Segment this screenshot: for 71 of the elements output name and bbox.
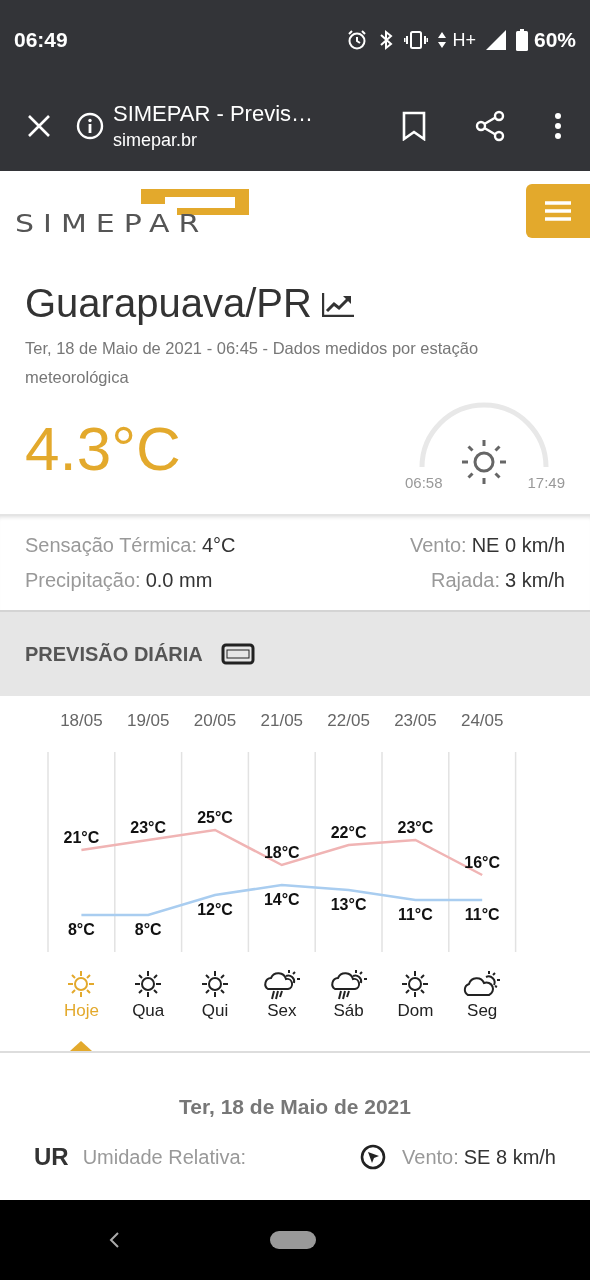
- forecast-date: 20/05: [193, 712, 237, 730]
- min-temperature-label: 8°C: [134, 921, 162, 938]
- forecast-date: 24/05: [460, 712, 504, 730]
- data-arrows-icon: [438, 31, 447, 49]
- detail-label: Rajada:: [431, 569, 500, 591]
- min-temperature-label: 12°C: [197, 901, 233, 918]
- max-temperature-label: 22°C: [330, 824, 367, 841]
- min-temperature-label: 8°C: [67, 921, 95, 938]
- day-tab[interactable]: Qui: [181, 967, 249, 1051]
- day-tab[interactable]: Dom: [382, 967, 449, 1051]
- day-tab[interactable]: Qua: [114, 967, 182, 1051]
- network-type: H+: [452, 29, 476, 51]
- station-subtitle: Ter, 18 de Maio de 2021 - 06:45 - Dados medidos por estação meteorológica: [25, 338, 480, 388]
- day-tab[interactable]: Sáb: [315, 967, 382, 1051]
- current-temperature: 4.3°C: [25, 413, 181, 484]
- detail-value: 4°C: [201, 534, 236, 556]
- max-temperature-label: 23°C: [130, 819, 167, 836]
- max-temperature-label: 16°C: [464, 854, 501, 871]
- battery-icon: [515, 29, 528, 51]
- min-temperature-label: 13°C: [330, 896, 367, 913]
- detail-label: Vento:: [409, 534, 467, 556]
- home-pill-icon[interactable]: [270, 1231, 316, 1249]
- selected-day-date: Ter, 18 de Maio de 2021: [179, 1095, 411, 1119]
- forecast-date: 22/05: [327, 712, 370, 730]
- max-temperature-label: 18°C: [263, 844, 300, 861]
- bookmark-icon[interactable]: [402, 110, 426, 141]
- detail-value: 3 km/h: [504, 569, 565, 591]
- info-icon[interactable]: [76, 111, 104, 140]
- battery-percent: 60%: [533, 28, 576, 52]
- min-temperature-label: 11°C: [464, 906, 500, 923]
- page-title: SIMEPAR - Previs…: [113, 100, 315, 127]
- max-temperature-label: 21°C: [63, 829, 100, 846]
- day-tab[interactable]: Seg: [448, 967, 516, 1051]
- forecast-date: 23/05: [394, 712, 437, 730]
- detail-value: 0.0 mm: [145, 569, 213, 591]
- logo-text: SIMEPAR: [15, 209, 209, 237]
- back-icon[interactable]: [108, 1231, 120, 1249]
- signal-icon: [485, 30, 506, 50]
- max-temperature-label: 23°C: [397, 819, 434, 836]
- selection-pointer-icon: [70, 1041, 93, 1051]
- trend-chart-icon[interactable]: [321, 290, 354, 317]
- sunset-time: 17:49: [527, 474, 565, 491]
- more-options-icon[interactable]: [554, 111, 562, 140]
- bluetooth-icon: [378, 29, 395, 51]
- section-title: PREVISÃO DIÁRIA: [25, 642, 203, 666]
- forecast-date: 21/05: [260, 712, 304, 730]
- min-temperature-label: 14°C: [263, 891, 300, 908]
- detail-label: Sensação Térmica:: [25, 534, 197, 556]
- vibrate-icon: [404, 30, 429, 50]
- page-url: simepar.br: [113, 129, 199, 151]
- wind-value: SE 8 km/h: [463, 1145, 556, 1169]
- detail-value: NE 0 km/h: [471, 534, 565, 556]
- detail-label: Precipitação:: [25, 569, 141, 591]
- max-temperature-label: 25°C: [197, 809, 233, 826]
- compass-icon: [360, 1144, 386, 1170]
- humidity-abbreviation: UR: [34, 1143, 69, 1171]
- min-temperature-label: 11°C: [397, 906, 433, 923]
- rain-cloud-icon: [261, 967, 302, 1001]
- rain-cloud-icon: [328, 967, 369, 1001]
- share-icon[interactable]: [474, 109, 506, 142]
- forecast-date: 19/05: [126, 712, 170, 730]
- wind-label: Vento:: [402, 1145, 459, 1169]
- day-tab[interactable]: Sex: [248, 967, 316, 1051]
- clock-time: 06:49: [14, 28, 68, 52]
- menu-icon: [545, 200, 571, 221]
- city-name: Guarapuava/PR: [25, 281, 312, 326]
- close-icon[interactable]: [27, 113, 51, 138]
- phone-landscape-icon[interactable]: [220, 643, 255, 665]
- humidity-label: Umidade Relativa:: [82, 1145, 247, 1169]
- sunrise-time: 06:58: [405, 474, 443, 491]
- forecast-date: 18/05: [60, 712, 103, 730]
